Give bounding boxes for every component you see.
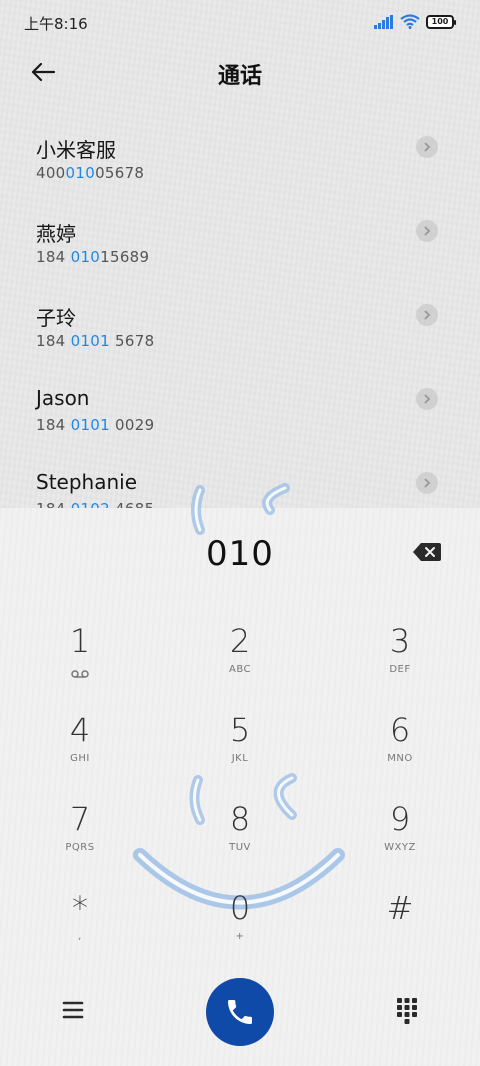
contact-number: 40001005678 <box>36 164 145 182</box>
dial-key-3[interactable]: 3 DEF <box>345 622 455 702</box>
contact-name: 小米客服 <box>36 138 116 162</box>
dial-key-1[interactable]: 1 <box>25 622 135 702</box>
contact-name: 燕婷 <box>36 222 76 246</box>
voicemail-icon <box>25 664 135 678</box>
contact-result[interactable]: 子玲 184 0101 5678 <box>0 278 480 362</box>
dial-key-star[interactable]: * , <box>25 889 135 969</box>
contact-detail-button[interactable] <box>416 220 438 242</box>
dial-key-2[interactable]: 2 ABC <box>185 622 295 702</box>
contact-result[interactable]: Jason 184 0101 0029 <box>0 362 480 446</box>
contact-number: 184 01015689 <box>36 248 150 266</box>
call-button[interactable] <box>206 978 274 1046</box>
page-title: 通话 <box>217 64 262 89</box>
signal-icon <box>374 14 393 29</box>
keypad-toggle-button[interactable] <box>394 996 420 1024</box>
phone-icon <box>228 1000 252 1024</box>
dialed-number[interactable]: 010 <box>0 534 480 574</box>
dialpad-icon <box>397 998 417 1024</box>
contact-result[interactable]: 小米客服 40001005678 <box>0 110 480 194</box>
contact-name: 子玲 <box>36 306 76 330</box>
chevron-right-icon <box>424 394 431 404</box>
chevron-right-icon <box>424 310 431 320</box>
chevron-right-icon <box>424 478 431 488</box>
contact-detail-button[interactable] <box>416 472 438 494</box>
contact-number: 184 0101 0029 <box>36 416 155 434</box>
status-bar: 上午8:16 100 <box>0 0 480 46</box>
dial-key-8[interactable]: 8 TUV <box>185 800 295 880</box>
dial-key-7[interactable]: 7 PQRS <box>25 800 135 880</box>
contact-number: 184 0102 4685 <box>36 500 154 508</box>
battery-icon: 100 <box>426 14 456 29</box>
wifi-icon <box>400 14 420 29</box>
dial-key-4[interactable]: 4 GHI <box>25 711 135 791</box>
backspace-icon <box>413 543 441 561</box>
contact-name: Stephanie <box>36 470 138 494</box>
contact-result[interactable]: Stephanie 184 0102 4685 <box>0 446 480 508</box>
chevron-right-icon <box>424 142 431 152</box>
dial-key-6[interactable]: 6 MNO <box>345 711 455 791</box>
search-results: 小米客服 40001005678 燕婷 184 01015689 子玲 184 … <box>0 110 480 508</box>
contact-detail-button[interactable] <box>416 136 438 158</box>
status-icons: 100 <box>374 14 456 29</box>
menu-icon <box>62 1001 84 1019</box>
contact-name: Jason <box>36 386 90 410</box>
dial-key-hash[interactable]: # <box>345 889 455 969</box>
menu-button[interactable] <box>58 998 88 1022</box>
status-time: 上午8:16 <box>24 15 88 33</box>
dial-key-0[interactable]: 0 + <box>185 889 295 969</box>
dial-key-5[interactable]: 5 JKL <box>185 711 295 791</box>
contact-detail-button[interactable] <box>416 388 438 410</box>
chevron-right-icon <box>424 226 431 236</box>
contact-result[interactable]: 燕婷 184 01015689 <box>0 194 480 278</box>
dial-key-9[interactable]: 9 WXYZ <box>345 800 455 880</box>
backspace-button[interactable] <box>412 542 442 562</box>
contact-detail-button[interactable] <box>416 304 438 326</box>
contact-number: 184 0101 5678 <box>36 332 155 350</box>
